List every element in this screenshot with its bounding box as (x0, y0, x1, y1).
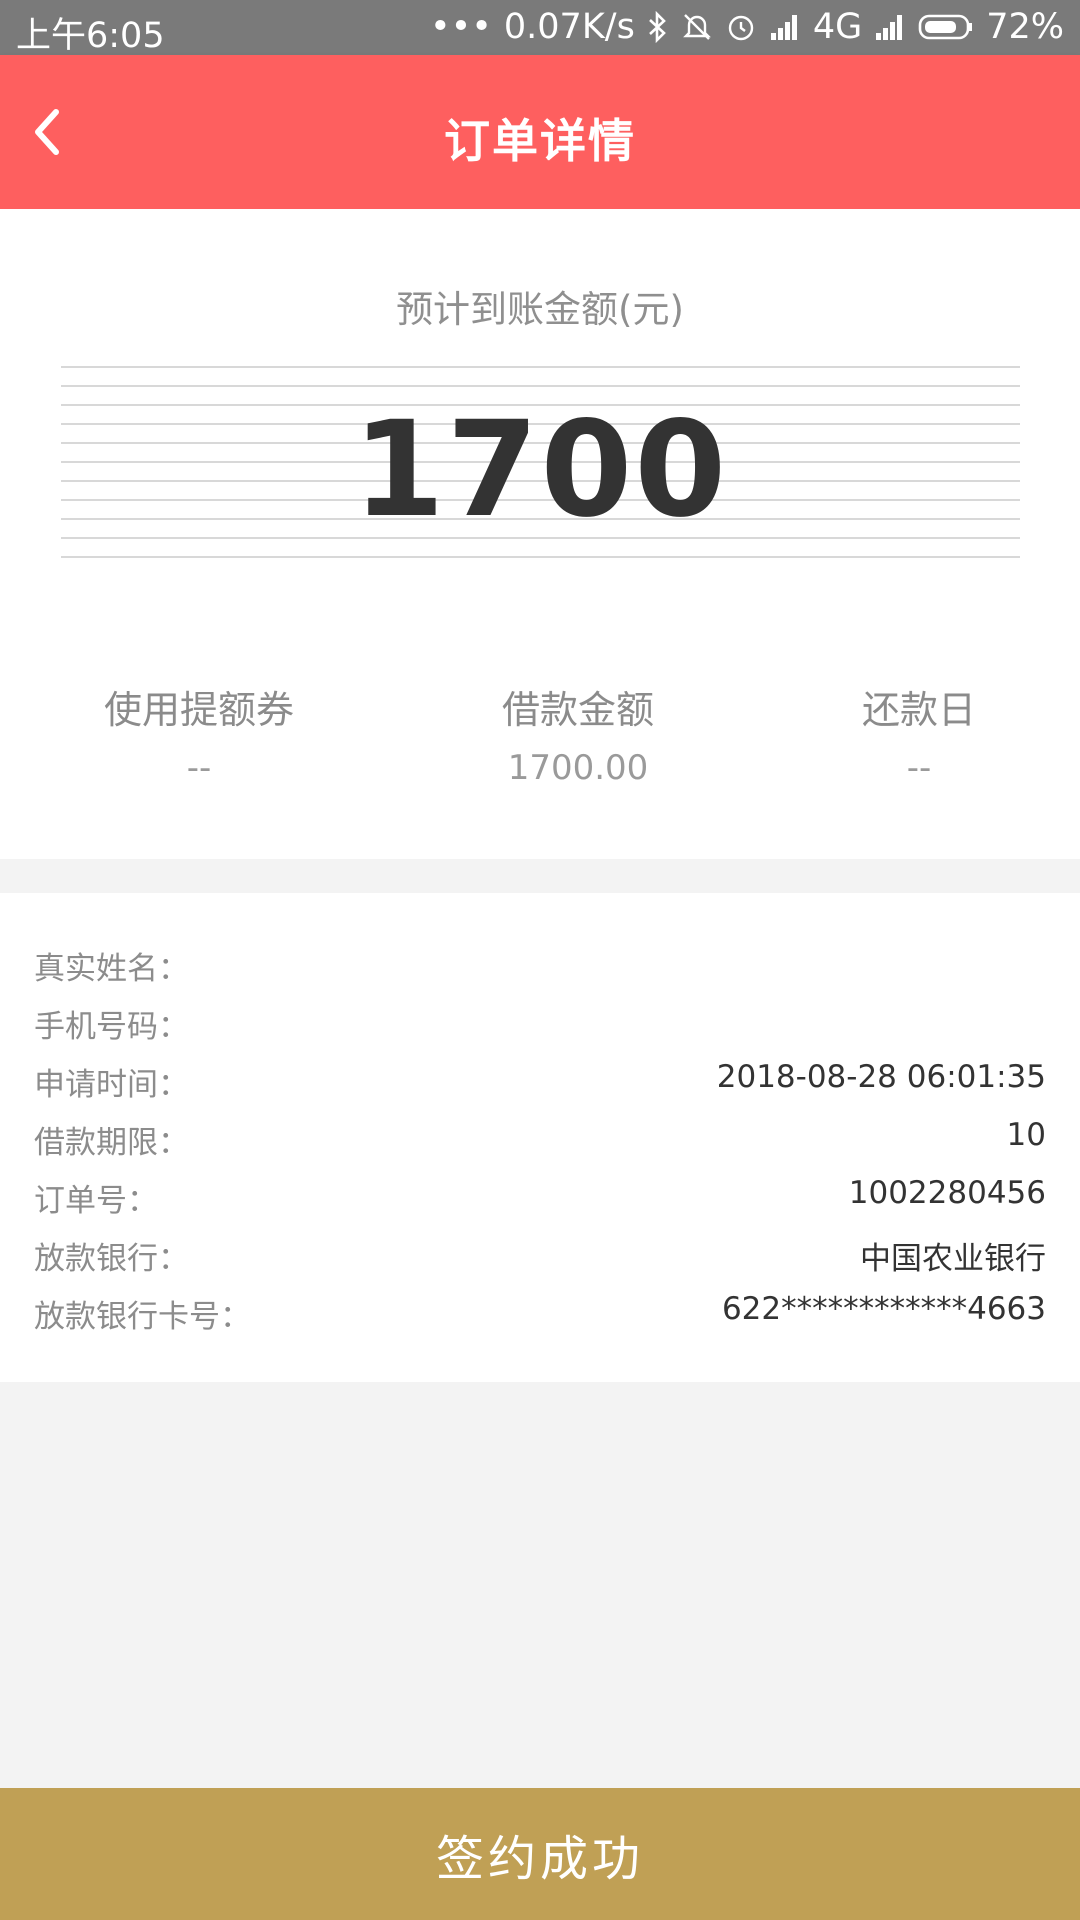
stat-loan-amount-label: 借款金额 (501, 688, 654, 732)
stat-coupon-value: -- (186, 748, 212, 788)
detail-label: 申请时间： (34, 1067, 189, 1103)
detail-value: 622************4663 (721, 1291, 1046, 1327)
stat-coupon-label: 使用提额券 (103, 688, 294, 732)
detail-row-name: 真实姓名： (34, 943, 1046, 989)
detail-label: 订单号： (34, 1183, 158, 1219)
detail-row-phone: 手机号码： (34, 1001, 1046, 1047)
bell-muted-icon (681, 11, 713, 43)
bluetooth-icon (647, 11, 669, 43)
stat-repay-date: 还款日 -- (769, 679, 1069, 788)
app-header: 订单详情 (0, 55, 1080, 209)
stat-repay-date-value: -- (906, 748, 932, 788)
detail-value: 1002280456 (848, 1175, 1046, 1211)
stat-repay-date-label: 还款日 (861, 688, 976, 732)
detail-row-apply-time: 申请时间： 2018-08-28 06:01:35 (34, 1059, 1046, 1105)
detail-row-order-no: 订单号： 1002280456 (34, 1175, 1046, 1221)
more-dots-icon: ••• (429, 7, 492, 47)
status-icons: ••• 0.07K/s 4G 72% (430, 7, 1064, 47)
net-speed: 0.07K/s (503, 7, 635, 47)
detail-value: 10 (1006, 1117, 1046, 1153)
estimated-amount-value: 1700 (352, 393, 729, 547)
signal-2-icon (874, 13, 906, 41)
alarm-icon (725, 11, 757, 43)
detail-row-term: 借款期限： 10 (34, 1117, 1046, 1163)
stat-coupon: 使用提额券 -- (49, 679, 349, 788)
estimated-amount-label: 预计到账金额(元) (396, 288, 684, 331)
detail-value: 2018-08-28 06:01:35 (716, 1059, 1046, 1095)
stat-loan-amount-value: 1700.00 (507, 748, 649, 788)
network-type: 4G (812, 7, 863, 47)
page-title: 订单详情 (444, 114, 636, 168)
detail-value: 中国农业银行 (860, 1241, 1046, 1277)
detail-row-card-no: 放款银行卡号： 622************4663 (34, 1291, 1046, 1337)
battery-percent: 72% (986, 7, 1064, 47)
stat-loan-amount: 借款金额 1700.00 (428, 679, 728, 788)
detail-label: 放款银行卡号： (34, 1299, 251, 1335)
status-time: 上午6:05 (16, 16, 165, 56)
battery-icon (918, 13, 974, 41)
detail-label: 真实姓名： (34, 951, 189, 987)
detail-row-bank: 放款银行： 中国农业银行 (34, 1233, 1046, 1279)
detail-label: 借款期限： (34, 1125, 189, 1161)
signed-success-button[interactable]: 签约成功 (0, 1788, 1080, 1920)
detail-label: 手机号码： (34, 1009, 189, 1045)
status-bar: 上午6:05 ••• 0.07K/s 4G 72% (0, 0, 1080, 56)
amount-card: 预计到账金额(元) 1700 使用提额券 -- 借款金额 1700.00 还款日… (0, 209, 1080, 859)
signal-icon (769, 13, 801, 41)
order-details: 真实姓名： 手机号码： 申请时间： 2018-08-28 06:01:35 借款… (0, 893, 1080, 1382)
detail-label: 放款银行： (34, 1241, 189, 1277)
amount-display: 1700 (61, 366, 1020, 566)
